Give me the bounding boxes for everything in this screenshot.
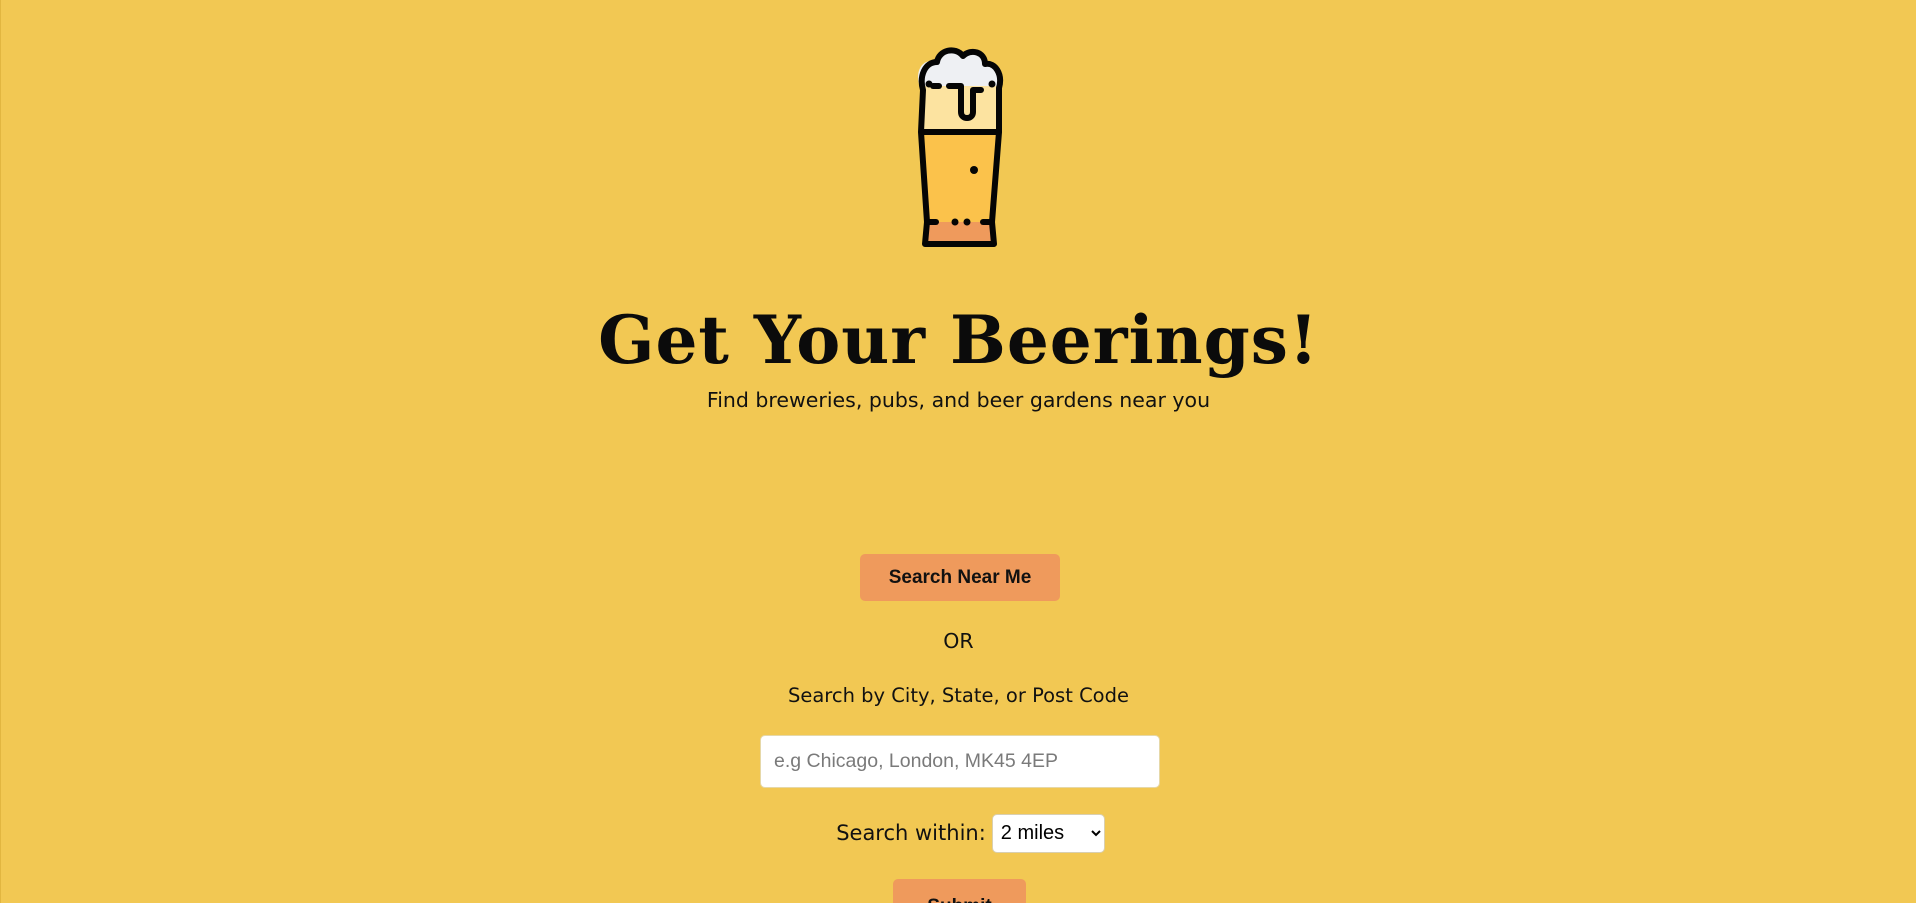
search-within-label: Search within: [836,821,986,845]
beer-glass-icon [918,47,1003,247]
page: Get Your Beerings! Find breweries, pubs,… [0,0,1916,903]
city-search-input[interactable] [760,735,1160,788]
submit-button[interactable]: Submit [893,879,1026,903]
page-title: Get Your Beerings! [598,301,1319,379]
city-search-label: Search by City, State, or Post Code [787,684,1129,707]
search-radius-select[interactable]: 2 miles [991,813,1105,853]
or-divider-text: OR [943,629,974,653]
search-within-row: Search within: 2 miles [1,813,1916,853]
search-near-me-button[interactable]: Search Near Me [860,554,1060,601]
page-subtitle: Find breweries, pubs, and beer gardens n… [706,388,1211,412]
